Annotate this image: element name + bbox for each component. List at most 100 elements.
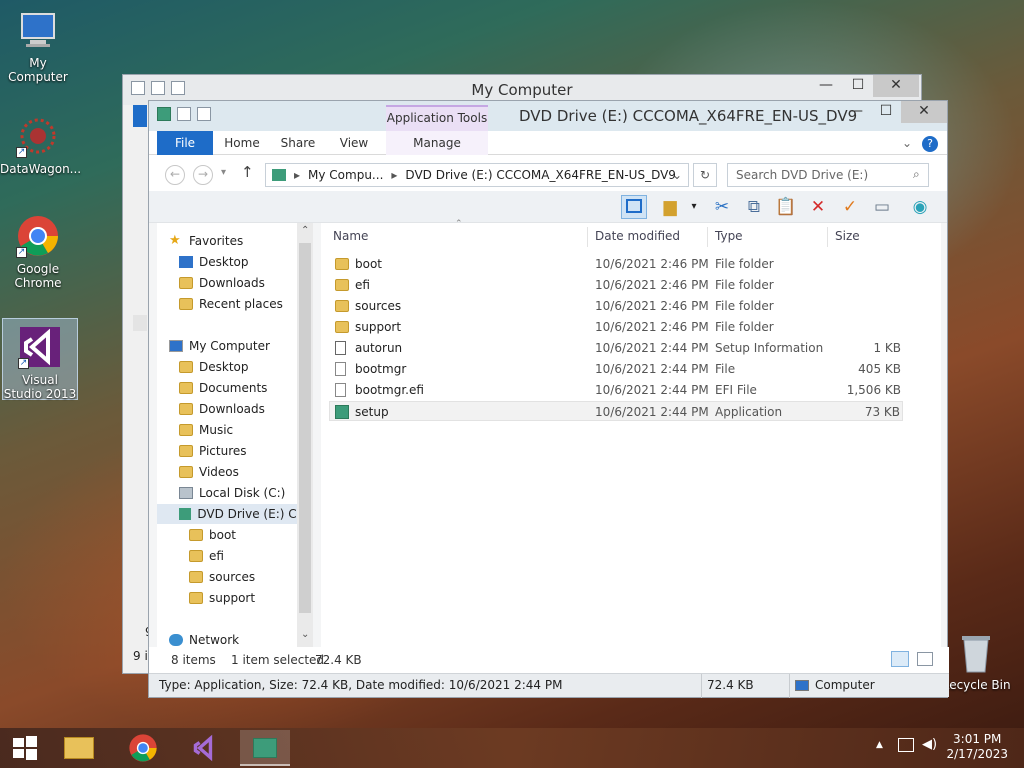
column-header-size[interactable]: Size — [835, 229, 860, 243]
table-row[interactable]: autorun 10/6/2021 2:44 PM Setup Informat… — [329, 338, 903, 358]
nav-item-local-disk[interactable]: Local Disk (C:) — [179, 483, 285, 503]
refresh-button[interactable]: ↻ — [693, 163, 717, 187]
properties-icon[interactable] — [177, 107, 191, 121]
show-hidden-icons-chevron-icon[interactable]: ▲ — [876, 740, 883, 750]
nav-item-downloads-folder[interactable]: Downloads — [179, 399, 265, 419]
navpane-scrollbar[interactable]: ⌃ ⌄ — [297, 223, 313, 647]
drive-icon — [179, 487, 193, 499]
tab-home[interactable]: Home — [219, 131, 265, 155]
large-icons-view-icon[interactable] — [917, 652, 933, 666]
table-row[interactable]: bootmgr.efi 10/6/2021 2:44 PM EFI File 1… — [329, 380, 903, 400]
help-button[interactable]: ? — [921, 131, 939, 155]
close-button[interactable]: ✕ — [901, 101, 947, 123]
desktop-icon-google-chrome[interactable]: ↗ Google Chrome — [0, 214, 76, 290]
file-type: File folder — [715, 257, 774, 271]
nav-item-videos[interactable]: Videos — [179, 462, 239, 482]
table-row[interactable]: boot 10/6/2021 2:46 PM File folder — [329, 254, 903, 274]
copy-icon[interactable]: ⧉ — [741, 195, 767, 219]
computer-icon — [16, 8, 60, 52]
address-field[interactable]: ▸ My Compu... ▸ DVD Drive (E:) CCCOMA_X6… — [265, 163, 689, 187]
nav-item-efi[interactable]: efi — [189, 546, 224, 566]
paste-icon[interactable]: 📋 — [773, 195, 799, 219]
forward-button[interactable]: → — [193, 165, 213, 185]
details-view-icon[interactable] — [891, 651, 909, 667]
file-name: boot — [355, 257, 383, 271]
system-clock[interactable]: 3:01 PM 2/17/2023 — [946, 732, 1008, 762]
cut-icon[interactable]: ✂ — [709, 195, 735, 219]
nav-item-favorites[interactable]: ★ Favorites — [169, 231, 243, 251]
desktop-icon-visual-studio[interactable]: ↗ Visual Studio 2013 — [2, 318, 78, 401]
properties-folder-button[interactable]: ▆ — [657, 195, 683, 219]
start-button[interactable] — [0, 730, 50, 766]
new-folder-icon[interactable] — [197, 107, 211, 121]
back-window-file-tab[interactable] — [133, 105, 147, 127]
column-header-date-modified[interactable]: Date modified — [595, 229, 680, 243]
file-date: 10/6/2021 2:44 PM — [595, 341, 709, 355]
folder-icon — [189, 592, 203, 604]
preview-pane-button[interactable] — [621, 195, 647, 219]
address-dropdown-chevron-icon[interactable]: ⌄ — [672, 168, 682, 182]
table-row[interactable]: sources 10/6/2021 2:46 PM File folder — [329, 296, 903, 316]
nav-item-my-computer[interactable]: My Computer — [169, 336, 270, 356]
window-titlebar[interactable]: DVD Drive (E:) CCCOMA_X64FRE_EN-US_DV9 —… — [149, 101, 947, 131]
table-row[interactable]: efi 10/6/2021 2:46 PM File folder — [329, 275, 903, 295]
expand-ribbon-chevron-icon[interactable]: ⌄ — [897, 131, 917, 155]
delete-icon[interactable]: ✕ — [805, 195, 831, 219]
close-button[interactable]: ✕ — [873, 75, 919, 97]
minimize-button[interactable]: — — [811, 75, 841, 97]
nav-item-support[interactable]: support — [189, 588, 255, 608]
tab-manage[interactable]: Manage — [386, 131, 488, 155]
breadcrumb-dvd-drive[interactable]: DVD Drive (E:) CCCOMA_X64FRE_EN-US_DV9 — [405, 168, 676, 182]
details-bar: Type: Application, Size: 72.4 KB, Date m… — [149, 673, 949, 698]
nav-item-desktop[interactable]: Desktop — [179, 252, 249, 272]
dvd-icon — [179, 508, 192, 520]
breadcrumb-my-computer[interactable]: My Compu... — [308, 168, 383, 182]
explorer-window[interactable]: DVD Drive (E:) CCCOMA_X64FRE_EN-US_DV9 —… — [148, 100, 949, 698]
file-list[interactable]: ⌃ Name Date modified Type Size boot 10/6… — [321, 219, 941, 647]
maximize-button[interactable]: ☐ — [871, 101, 901, 123]
taskbar-setup-explorer[interactable] — [240, 730, 290, 766]
nav-item-recent-places[interactable]: Recent places — [179, 294, 283, 314]
navigation-pane[interactable]: ★ Favorites Desktop Downloads Recent plac… — [157, 223, 313, 647]
table-row[interactable]: support 10/6/2021 2:46 PM File folder — [329, 317, 903, 337]
options-dropdown-chevron-icon[interactable]: ▾ — [681, 195, 707, 219]
nav-item-dvd-drive[interactable]: DVD Drive (E:) CC — [157, 504, 305, 524]
back-button[interactable]: ← — [165, 165, 185, 185]
scrollbar-thumb[interactable] — [299, 243, 311, 613]
apply-check-icon[interactable]: ✓ — [837, 195, 863, 219]
minimize-button[interactable]: — — [841, 101, 871, 123]
visual-studio-icon: ↗ — [18, 325, 62, 369]
maximize-button[interactable]: ☐ — [843, 75, 873, 97]
desktop-icon-datawagon[interactable]: ↗ DataWagon... — [0, 114, 81, 176]
scroll-down-chevron-icon[interactable]: ⌄ — [301, 629, 309, 640]
recent-locations-chevron-icon[interactable]: ▾ — [221, 167, 226, 178]
table-row[interactable]: bootmgr 10/6/2021 2:44 PM File 405 KB — [329, 359, 903, 379]
column-header-type[interactable]: Type — [715, 229, 743, 243]
nav-item-desktop-folder[interactable]: Desktop — [179, 357, 249, 377]
column-header-name[interactable]: Name — [333, 229, 368, 243]
taskbar-file-explorer[interactable] — [54, 730, 104, 766]
tab-share[interactable]: Share — [275, 131, 321, 155]
nav-item-network[interactable]: Network — [169, 630, 239, 647]
search-input[interactable]: Search DVD Drive (E:) CCCOM... — [727, 163, 929, 204]
desktop-icon-recycle-bin[interactable]: Recycle Bin — [938, 630, 1014, 692]
scroll-up-chevron-icon[interactable]: ⌃ — [301, 225, 309, 236]
table-row-selected[interactable]: setup 10/6/2021 2:44 PM Application 73 K… — [329, 401, 903, 421]
nav-item-music[interactable]: Music — [179, 420, 233, 440]
nav-item-documents[interactable]: Documents — [179, 378, 267, 398]
nav-item-boot[interactable]: boot — [189, 525, 236, 545]
nav-item-sources[interactable]: sources — [189, 567, 255, 587]
taskbar-visual-studio[interactable] — [180, 730, 230, 766]
nav-item-pictures[interactable]: Pictures — [179, 441, 247, 461]
globe-icon[interactable]: ◉ — [907, 195, 933, 219]
network-tray-icon[interactable] — [898, 738, 914, 752]
up-button[interactable]: ↑ — [241, 163, 254, 181]
taskbar-chrome[interactable] — [118, 730, 168, 766]
tab-file[interactable]: File — [157, 131, 213, 155]
rename-icon[interactable]: ▭ — [869, 195, 895, 219]
volume-icon[interactable]: ◀) — [922, 737, 937, 752]
tab-view[interactable]: View — [331, 131, 377, 155]
recycle-bin-icon — [954, 630, 998, 674]
nav-item-downloads[interactable]: Downloads — [179, 273, 265, 293]
desktop-icon-my-computer[interactable]: My Computer — [0, 8, 76, 84]
